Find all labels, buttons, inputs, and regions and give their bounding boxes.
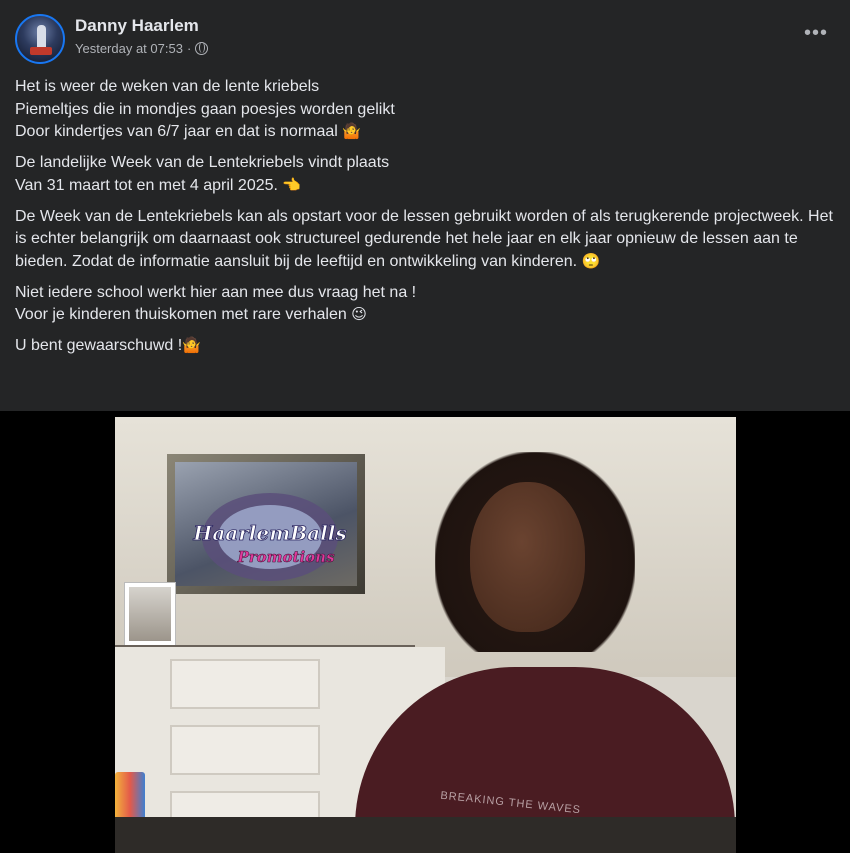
wink-emoji-icon: 😉: [351, 306, 367, 323]
post-line: De Week van de Lentekriebels kan als ops…: [15, 207, 833, 270]
post-line: Het is weer de weken van de lente kriebe…: [15, 78, 320, 95]
shrug-emoji-icon: 🤷: [182, 337, 201, 354]
post-paragraph-5: U bent gewaarschuwd !🤷: [15, 335, 837, 358]
post-paragraph-4: Niet iedere school werkt hier aan mee du…: [15, 282, 837, 327]
post-header: Danny Haarlem Yesterday at 07:53 · •••: [0, 0, 850, 72]
watermark-logo: HaarlemBalls Promotions: [192, 493, 347, 581]
post-text: Het is weer de weken van de lente kriebe…: [15, 76, 837, 366]
post-line: U bent gewaarschuwd !: [15, 337, 183, 354]
video-frame[interactable]: HaarlemBalls Promotions BREAKING THE WAV…: [115, 417, 736, 853]
post-line: Door kindertjes van 6/7 jaar en dat is n…: [15, 123, 338, 140]
video-person-face: [470, 482, 585, 632]
video-drawer: [170, 725, 320, 775]
more-options-icon[interactable]: •••: [804, 23, 828, 43]
author-avatar[interactable]: [15, 14, 65, 64]
post-line: Van 31 maart tot en met 4 april 2025.: [15, 176, 278, 194]
video-table: [115, 817, 736, 853]
post-line: Piemeltjes die in mondjes gaan poesjes w…: [15, 100, 395, 118]
post-paragraph-2: De landelijke Week van de Lentekriebels …: [15, 152, 837, 197]
svg-text:Promotions: Promotions: [236, 548, 335, 566]
avatar-figure-base: [30, 47, 52, 55]
globe-icon[interactable]: [195, 42, 209, 55]
pointing-left-emoji-icon: 👈: [282, 176, 302, 194]
post-line: Niet iedere school werkt hier aan mee du…: [15, 283, 417, 301]
meta-separator: ·: [186, 41, 192, 56]
eye-roll-emoji-icon: 🙄: [581, 252, 601, 270]
svg-text:HaarlemBalls: HaarlemBalls: [192, 521, 346, 545]
author-name[interactable]: Danny Haarlem: [75, 16, 199, 36]
facebook-post: Danny Haarlem Yesterday at 07:53 · ••• H…: [0, 0, 850, 853]
video-player[interactable]: HaarlemBalls Promotions BREAKING THE WAV…: [0, 411, 850, 853]
post-line: Voor je kinderen thuiskomen met rare ver…: [15, 306, 347, 323]
post-meta: Yesterday at 07:53 ·: [75, 41, 209, 56]
post-line: De landelijke Week van de Lentekriebels …: [15, 154, 390, 171]
post-timestamp[interactable]: Yesterday at 07:53: [75, 41, 183, 56]
video-drawer: [170, 659, 320, 709]
video-person: BREAKING THE WAVES: [355, 452, 735, 853]
post-paragraph-1: Het is weer de weken van de lente kriebe…: [15, 76, 837, 144]
shrug-emoji-icon: 🤷: [342, 123, 361, 140]
post-paragraph-3: De Week van de Lentekriebels kan als ops…: [15, 206, 837, 274]
shirt-text: BREAKING THE WAVES: [439, 789, 582, 817]
video-photo-frame: [125, 583, 175, 645]
